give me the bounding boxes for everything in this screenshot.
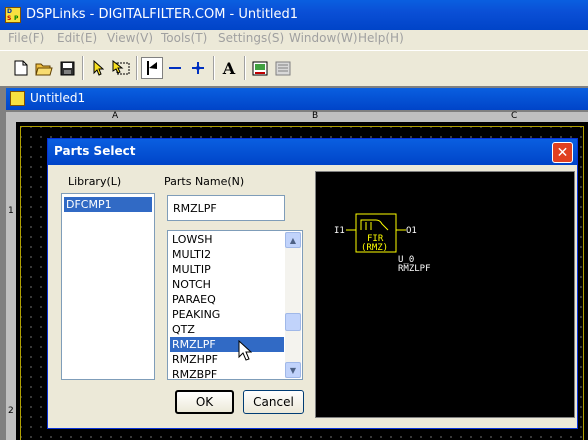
document-title-bar[interactable]: Untitled1 [6,88,588,110]
menu-tools[interactable]: Tools(T) [161,31,207,45]
menu-edit[interactable]: Edit(E) [57,31,97,45]
dialog-title-bar[interactable]: Parts Select ✕ [48,139,577,165]
row-label-1: 1 [8,206,14,216]
text-tool-icon[interactable]: A [218,57,240,79]
output-pin-label: O1 [406,226,417,236]
list-item[interactable]: RMZBPF [170,367,284,379]
toolbar-separator [213,56,215,80]
line-tool-icon[interactable] [164,57,186,79]
menu-view[interactable]: View(V) [107,31,153,45]
menu-settings[interactable]: Settings(S) [218,31,284,45]
window-title: DSPLinks - DIGITALFILTER.COM - Untitled1 [26,7,299,22]
area-select-icon[interactable] [110,57,132,79]
mouse-cursor-icon [238,340,252,361]
toolbar-separator [244,56,246,80]
column-ruler: A B C [6,111,588,122]
list-item[interactable]: MULTIP [170,262,284,277]
toolbar-separator [82,56,84,80]
list-item-selected[interactable]: RMZLPF [170,337,284,352]
app-logo-icon: DSP [5,7,21,23]
list-item[interactable]: MULTI2 [170,247,284,262]
column-label-b: B [312,111,319,121]
library-list[interactable]: DFCMP1 [61,193,155,380]
part-name-label: RMZLPF [398,264,431,274]
image-view-icon[interactable] [249,57,271,79]
toolbar-separator [136,56,138,80]
open-folder-icon[interactable] [33,57,55,79]
wire-tool-icon[interactable] [141,57,163,79]
document-title: Untitled1 [30,91,86,105]
junction-tool-icon[interactable] [187,57,209,79]
scroll-up-icon[interactable]: ▲ [285,232,301,248]
list-item[interactable]: RMZHPF [170,352,284,367]
menu-file[interactable]: File(F) [8,31,44,45]
parts-name-label: Parts Name(N) [164,175,245,188]
scroll-thumb[interactable] [285,313,301,331]
column-label-c: C [511,111,518,121]
parts-name-input[interactable] [167,195,285,221]
dialog-title: Parts Select [54,144,136,158]
toolbar: A [0,50,588,84]
parts-list-scrollbar[interactable]: ▲ ▼ [285,232,301,378]
row-label-2: 2 [8,406,14,416]
row-ruler: 1 2 [6,122,16,440]
list-item[interactable]: LOWSH [170,232,284,247]
properties-icon[interactable] [272,57,294,79]
input-pin-label: I1 [334,226,345,236]
scroll-down-icon[interactable]: ▼ [285,362,301,378]
list-item[interactable]: QTZ [170,322,284,337]
new-file-icon[interactable] [10,57,32,79]
save-disk-icon[interactable] [56,57,78,79]
close-icon[interactable]: ✕ [552,142,573,163]
main-title-bar[interactable]: DSP DSPLinks - DIGITALFILTER.COM - Untit… [0,0,588,30]
library-item-dfcmp1[interactable]: DFCMP1 [64,197,152,212]
parts-select-dialog: Parts Select ✕ Library(L) DFCMP1 Parts N… [47,138,578,429]
menu-bar: File(F) Edit(E) View(V) Tools(T) Setting… [0,30,588,48]
list-item[interactable]: PEAKING [170,307,284,322]
cancel-button[interactable]: Cancel [243,390,304,414]
menu-help[interactable]: Help(H) [358,31,404,45]
parts-list[interactable]: LOWSH MULTI2 MULTIP NOTCH PARAEQ PEAKING… [167,230,303,380]
list-item[interactable]: PARAEQ [170,292,284,307]
menu-window[interactable]: Window(W) [289,31,358,45]
library-label: Library(L) [68,175,122,188]
select-arrow-icon[interactable] [87,57,109,79]
fir-symbol: I1 O1 FIR (RMZ) U_0 RMZLPF [334,213,431,274]
list-item[interactable]: NOTCH [170,277,284,292]
block-subtype-label: (RMZ) [361,243,388,253]
column-label-a: A [112,111,119,121]
part-preview: I1 O1 FIR (RMZ) U_0 RMZLPF [315,171,575,418]
document-logo-icon [10,91,25,106]
ok-button[interactable]: OK [175,390,234,414]
